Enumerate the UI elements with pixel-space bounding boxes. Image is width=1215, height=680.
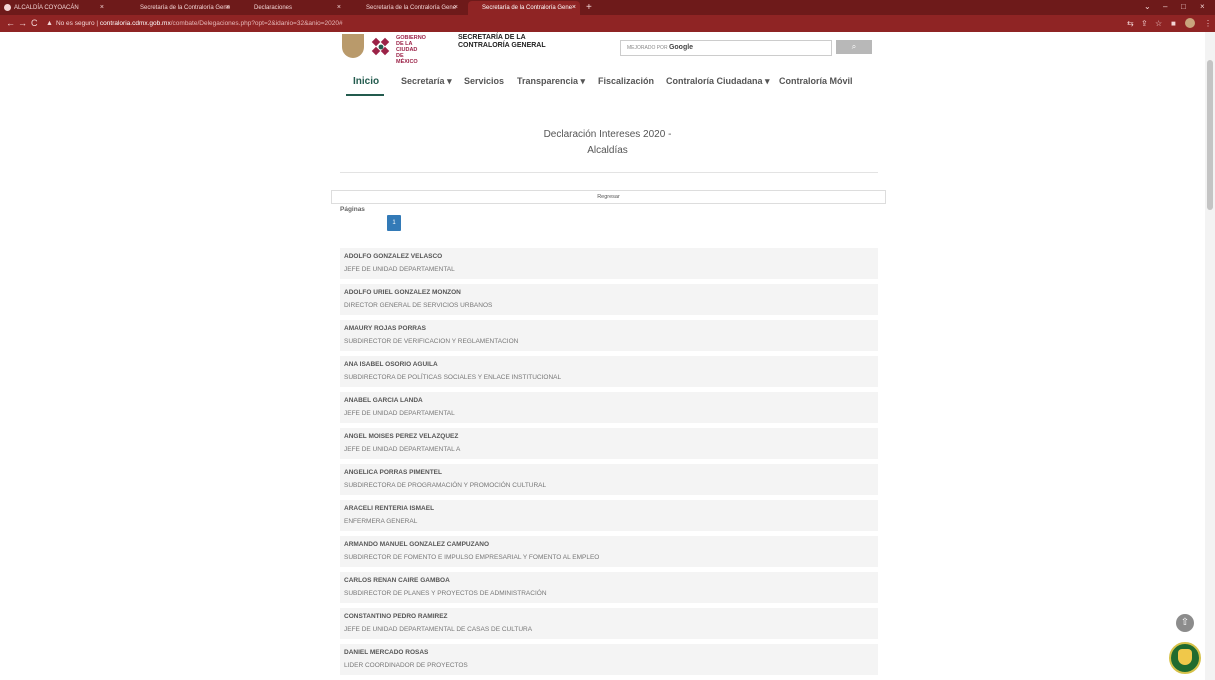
secretaria-name: SECRETARÍA DE LA CONTRALORÍA GENERAL [458,34,546,49]
scroll-to-top-button[interactable]: ⇧ [1176,614,1194,632]
list-item[interactable]: ANGEL MOISES PEREZ VELAZQUEZ JEFE DE UNID… [340,428,878,459]
list-item[interactable]: CARLOS RENAN CAIRE GAMBOA SUBDIRECTOR DE … [340,572,878,603]
search-button[interactable]: ⌕ [836,40,872,54]
browser-tab[interactable]: ALCALDÍA COYOACÁN × [0,1,108,15]
seal-icon [342,34,364,58]
list-item[interactable]: ADOLFO GONZALEZ VELASCO JEFE DE UNIDAD DE… [340,248,878,279]
page-button-1[interactable]: 1 [387,215,401,231]
person-name: CARLOS RENAN CAIRE GAMBOA [344,577,450,584]
person-position: JEFE DE UNIDAD DEPARTAMENTAL [344,410,455,417]
person-name: ARACELI RENTERIA ISMAEL [344,505,435,512]
address-bar-row: ← → C ▲ No es seguro | contraloria.cdmx.g… [0,15,1215,32]
browser-tab[interactable]: Secretaría de la Contraloría Gene × [352,1,462,15]
person-name: ADOLFO GONZALEZ VELASCO [344,253,443,260]
maximize-icon[interactable]: □ [1181,0,1186,14]
gov-name: GOBIERNO DE LA CIUDAD DE MÉXICO [396,35,426,65]
nav-active-underline [346,94,384,96]
page-title: Declaración Intereses 2020 - [543,129,672,140]
person-position: SUBDIRECTOR DE VERIFICACION Y REGLAMENTA… [344,338,519,345]
assistant-button[interactable] [1169,642,1201,674]
url-field[interactable]: ▲ No es seguro | contraloria.cdmx.gob.mx/… [46,17,343,30]
page-subtitle: Alcaldías [587,145,628,156]
list-item[interactable]: DANIEL MERCADO ROSAS LIDER COORDINADOR DE… [340,644,878,675]
person-name: AMAURY ROJAS PORRAS [344,325,426,332]
person-position: JEFE DE UNIDAD DEPARTAMENTAL [344,266,455,273]
person-name: ARMANDO MANUEL GONZALEZ CAMPUZANO [344,541,490,548]
list-item[interactable]: CONSTANTINO PEDRO RAMIREZ JEFE DE UNIDAD … [340,608,878,639]
browser-tab[interactable]: Secretaría de la Contraloría Gene × [126,1,234,15]
new-tab-button[interactable]: + [586,0,592,15]
person-position: JEFE DE UNIDAD DEPARTAMENTAL A [344,446,461,453]
nav-fiscalizacion[interactable]: Fiscalización [598,76,654,86]
share-icon[interactable]: ⇪ [1141,18,1148,29]
list-item[interactable]: ARMANDO MANUEL GONZALEZ CAMPUZANO SUBDIRE… [340,536,878,567]
cdmx-mark-icon [371,37,390,56]
close-tab-icon[interactable]: × [337,1,341,15]
bookmark-star-icon[interactable]: ☆ [1155,18,1162,29]
person-name: ANGEL MOISES PEREZ VELAZQUEZ [344,433,459,440]
close-tab-icon[interactable]: × [226,1,230,15]
back-arrow-icon[interactable]: ← [6,16,15,31]
scrollbar-thumb[interactable] [1207,60,1213,210]
chevron-down-icon: ▾ [765,76,770,86]
nav-transparencia[interactable]: Transparencia ▾ [517,76,585,87]
menu-kebab-icon[interactable]: ⋮ [1204,18,1212,29]
forward-arrow-icon[interactable]: → [18,16,27,31]
browser-tab[interactable]: Declaraciones × [240,1,345,15]
list-item[interactable]: ADOLFO URIEL GONZALEZ MONZON DIRECTOR GEN… [340,284,878,315]
reload-icon[interactable]: C [31,16,38,31]
person-position: LIDER COORDINADOR DE PROYECTOS [344,662,468,669]
person-name: ADOLFO URIEL GONZALEZ MONZON [344,289,461,296]
person-position: JEFE DE UNIDAD DEPARTAMENTAL DE CASAS DE… [344,626,533,633]
person-position: ENFERMERA GENERAL [344,518,418,525]
person-name: ANA ISABEL OSORIO AGUILA [344,361,438,368]
site-icon [4,4,11,11]
person-position: SUBDIRECTOR DE FOMENTO E IMPULSO EMPRESA… [344,554,600,561]
page-scrollbar[interactable] [1205,32,1215,680]
translate-icon[interactable]: ⇆ [1127,18,1134,29]
list-item[interactable]: ANA ISABEL OSORIO AGUILA SUBDIRECTORA DE … [340,356,878,387]
minimize-icon[interactable]: – [1163,0,1167,14]
window-close-icon[interactable]: × [1200,0,1205,14]
chevron-down-icon: ▾ [447,76,452,86]
person-name: CONSTANTINO PEDRO RAMIREZ [344,613,448,620]
person-position: SUBDIRECTORA DE PROGRAMACIÓN Y PROMOCIÓN… [344,482,547,489]
divider [340,172,878,173]
browser-tab-active[interactable]: Secretaría de la Contraloría Gene × [468,1,580,15]
list-item[interactable]: ANGELICA PORRAS PIMENTEL SUBDIRECTORA DE … [340,464,878,495]
hand-icon [1178,649,1192,665]
people-list: ADOLFO GONZALEZ VELASCO JEFE DE UNIDAD DE… [340,248,878,680]
nav-servicios[interactable]: Servicios [464,76,504,86]
profile-avatar[interactable] [1185,18,1195,28]
person-position: DIRECTOR GENERAL DE SERVICIOS URBANOS [344,302,493,309]
person-position: SUBDIRECTORA DE POLÍTICAS SOCIALES Y ENL… [344,374,562,381]
close-tab-icon[interactable]: × [100,1,104,15]
list-item[interactable]: ARACELI RENTERIA ISMAEL ENFERMERA GENERAL [340,500,878,531]
warning-icon: ▲ [46,20,53,27]
person-name: ANABEL GARCIA LANDA [344,397,423,404]
person-name: ANGELICA PORRAS PIMENTEL [344,469,442,476]
chevron-down-icon: ▾ [580,76,586,86]
nav-contraloria-ciudadana[interactable]: Contraloría Ciudadana ▾ [666,76,770,87]
nav-secretaria[interactable]: Secretaría ▾ [401,76,452,87]
nav-inicio[interactable]: Inicio [353,76,379,87]
browser-tab-strip: ALCALDÍA COYOACÁN × Secretaría de la Cont… [0,0,1215,15]
person-position: SUBDIRECTOR DE PLANES Y PROYECTOS DE ADM… [344,590,547,597]
cdmx-logo[interactable]: GOBIERNO DE LA CIUDAD DE MÉXICO [340,32,426,65]
nav-contraloria-movil[interactable]: Contraloría Móvil [779,76,853,86]
search-icon: ⌕ [851,42,857,51]
back-button[interactable]: Regresar [331,190,886,204]
pages-label: Páginas [340,206,365,213]
list-item[interactable]: ANABEL GARCIA LANDA JEFE DE UNIDAD DEPART… [340,392,878,423]
sidepanel-icon[interactable]: ■ [1171,18,1176,29]
arrow-up-icon: ⇧ [1180,617,1190,628]
list-item[interactable]: AMAURY ROJAS PORRAS SUBDIRECTOR DE VERIFI… [340,320,878,351]
site-search-input[interactable]: MEJORADO POR Google [620,40,832,56]
close-tab-icon[interactable]: × [454,1,458,15]
tab-search-icon[interactable]: ⌄ [1144,0,1151,14]
close-tab-icon[interactable]: × [572,1,576,15]
person-name: DANIEL MERCADO ROSAS [344,649,429,656]
